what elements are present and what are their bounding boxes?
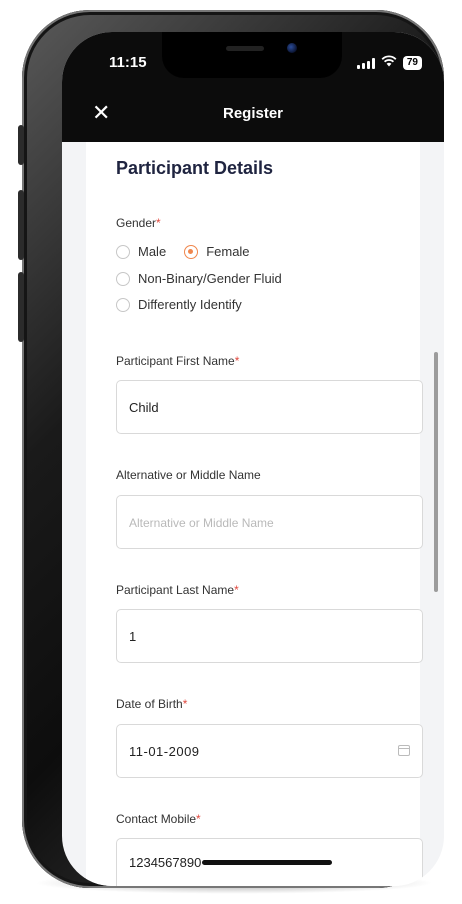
signal-icon (356, 57, 375, 69)
first-name-value: Child (129, 399, 159, 415)
middle-name-input[interactable] (129, 514, 410, 530)
volume-down-button (18, 272, 24, 342)
battery-indicator: 79 (402, 56, 422, 70)
middle-name-label: Alternative or Middle Name (116, 468, 261, 482)
middle-name-field[interactable] (116, 495, 423, 549)
dob-value: 11-01-2009 (129, 743, 200, 759)
form-panel: Participant Details Gender* Male Female … (86, 142, 423, 886)
calendar-icon[interactable] (398, 745, 410, 756)
radio-differently-identify[interactable] (116, 297, 130, 312)
dob-field[interactable]: 11-01-2009 (116, 724, 423, 778)
last-name-field[interactable]: 1 (116, 609, 423, 663)
app-header: 11:15 79 ✕ Register (62, 32, 444, 142)
gender-option-female[interactable]: Female (184, 244, 250, 259)
mobile-label: Contact Mobile* (116, 812, 201, 826)
screen: 11:15 79 ✕ Register Participant Details … (62, 32, 444, 886)
scrollbar[interactable] (434, 352, 438, 592)
notch (162, 32, 342, 78)
volume-up-button (18, 190, 24, 260)
gender-label: Gender* (116, 216, 161, 230)
dob-label: Date of Birth* (116, 697, 188, 711)
radio-female[interactable] (184, 244, 199, 259)
last-name-label: Participant Last Name* (116, 583, 239, 597)
mute-switch (18, 125, 24, 165)
camera-icon (287, 43, 297, 53)
section-title: Participant Details (116, 158, 274, 178)
first-name-field[interactable]: Child (116, 380, 423, 434)
radio-male[interactable] (116, 244, 130, 259)
page-title: Register (222, 105, 284, 122)
status-icons: 79 (356, 54, 422, 72)
gender-row-1: Male Female (116, 244, 250, 259)
first-name-label: Participant First Name* (116, 354, 240, 368)
wifi-icon (381, 54, 397, 72)
speaker-grill (226, 46, 264, 51)
mobile-value: 1234567890 (129, 855, 202, 870)
gender-option-male[interactable]: Male (116, 244, 166, 259)
home-indicator[interactable] (202, 860, 332, 865)
status-time: 11:15 (109, 54, 147, 71)
gender-option-nonbinary[interactable]: Non-Binary/Gender Fluid (116, 271, 282, 286)
phone-frame: 11:15 79 ✕ Register Participant Details … (18, 10, 444, 888)
gender-option-differently[interactable]: Differently Identify (116, 297, 242, 312)
radio-nonbinary[interactable] (116, 271, 130, 286)
last-name-value: 1 (129, 628, 137, 644)
